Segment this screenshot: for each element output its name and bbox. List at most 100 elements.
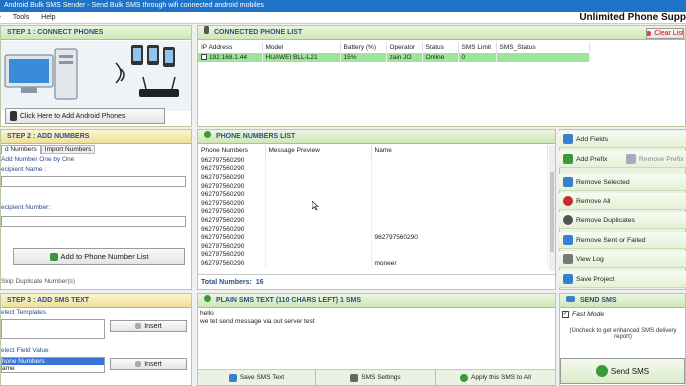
settings-icon xyxy=(350,373,359,382)
cell-sms-status xyxy=(496,53,590,62)
cell-phone: 962797560290 xyxy=(198,198,266,208)
cell-name xyxy=(371,241,548,251)
remove-duplicates-label: Remove Duplicates xyxy=(576,216,635,224)
fast-mode-checkbox[interactable]: ✓ Fast Mode xyxy=(562,311,604,318)
remove-duplicates-button[interactable]: Remove Duplicates xyxy=(559,212,686,229)
table-row[interactable]: 962797560290 962797560290 xyxy=(198,233,548,242)
row-checkbox[interactable] xyxy=(201,54,207,61)
insert-field-label: Insert xyxy=(144,360,162,368)
add-fields-label: Add Fields xyxy=(576,135,609,143)
step1-header: STEP 1 : CONNECT PHONES xyxy=(1,26,191,40)
view-log-button[interactable]: View Log xyxy=(559,251,686,268)
sms-settings-button[interactable]: SMS Settings xyxy=(316,370,436,385)
envelope-icon xyxy=(566,296,575,302)
cell-battery: 15% xyxy=(340,53,387,62)
col-battery[interactable]: Battery (%) xyxy=(340,42,387,53)
col-phone[interactable]: Phone Numbers xyxy=(198,145,266,156)
col-preview[interactable]: Message Preview xyxy=(265,145,372,156)
remove-all-button[interactable]: Remove All xyxy=(559,193,686,210)
field-option[interactable]: ame xyxy=(2,365,104,372)
sms-title: PLAIN SMS TEXT (110 CHARS LEFT) 1 SMS xyxy=(215,297,362,304)
send-icon xyxy=(595,365,608,377)
step1-title: STEP 1 : CONNECT PHONES xyxy=(7,29,104,36)
remove-selected-button[interactable]: Remove Selected xyxy=(559,174,686,191)
recipient-name-input[interactable] xyxy=(1,176,186,187)
col-ip[interactable]: IP Address xyxy=(198,42,263,53)
add-prefix-label: Add Prefix xyxy=(576,155,608,163)
phone-icon xyxy=(10,111,17,121)
recipient-number-label: ecipient Number: xyxy=(1,204,51,211)
insert-template-label: Insert xyxy=(144,322,162,330)
table-row[interactable]: 962797560290 xyxy=(198,241,548,251)
col-sms-status[interactable]: SMS_Status xyxy=(496,42,590,53)
step2-tabs: d Numbers Import Numbers xyxy=(1,145,96,154)
skip-duplicates-label[interactable]: Skip Duplicate Number(s) xyxy=(1,278,75,285)
add-prefix-button[interactable]: Add Prefix xyxy=(559,151,621,168)
step2-panel: STEP 2 : ADD NUMBERS d Numbers Import Nu… xyxy=(0,129,192,290)
cell-name xyxy=(371,216,548,225)
clear-icon xyxy=(647,31,652,36)
table-row[interactable]: 962797560290 xyxy=(198,207,548,217)
save-sms-text-button[interactable]: Save SMS Text xyxy=(198,370,316,385)
insert-field-button[interactable]: Insert xyxy=(110,358,187,370)
view-log-label: View Log xyxy=(576,255,604,263)
insert-icon xyxy=(135,361,142,367)
table-row[interactable]: 962797560290 xyxy=(198,156,548,165)
save-project-button[interactable]: Save Project xyxy=(559,271,686,288)
cell-phone: 962797560290 xyxy=(198,173,266,182)
cell-phone: 962797560290 xyxy=(198,156,266,165)
cell-phone: 962797560290 xyxy=(198,233,266,242)
table-header-row: Phone Numbers Message Preview Name xyxy=(198,145,548,156)
col-model[interactable]: Model xyxy=(262,42,341,53)
remove-sent-failed-button[interactable]: Remove Sent or Failed xyxy=(559,232,686,249)
table-row[interactable]: 962797560290 xyxy=(198,164,548,174)
field-option[interactable]: hone Numbers xyxy=(2,358,104,365)
cell-phone: 962797560290 xyxy=(198,164,266,174)
col-sms-limit[interactable]: SMS Limit xyxy=(458,42,497,53)
step3-title: STEP 3 : ADD SMS TEXT xyxy=(7,297,90,304)
table-row[interactable]: 962797560290 xyxy=(198,190,548,199)
recipient-number-input[interactable] xyxy=(1,216,186,227)
templates-select[interactable] xyxy=(1,319,105,339)
col-operator[interactable]: Operator xyxy=(386,42,423,53)
table-row[interactable]: 962797560290 xyxy=(198,173,548,182)
recipient-name-label: ecipient Name : xyxy=(1,166,47,173)
templates-label: elect Templates xyxy=(1,309,47,316)
insert-template-button[interactable]: Insert xyxy=(110,320,187,332)
tab-import-numbers[interactable]: Import Numbers xyxy=(40,145,96,154)
prefix-remove-icon xyxy=(626,154,636,164)
table-row[interactable]: 192.168.1.44 HUAWEI BLL-L21 15% zain JO … xyxy=(198,53,590,62)
cell-preview xyxy=(265,173,372,182)
menu-help[interactable]: Help xyxy=(41,12,55,24)
add-android-phones-button[interactable]: Click Here to Add Android Phones xyxy=(5,108,165,124)
numbers-scrollbar[interactable] xyxy=(549,145,555,271)
tab-add-numbers[interactable]: d Numbers xyxy=(1,145,41,154)
table-row[interactable]: 962797560290 xyxy=(198,198,548,208)
field-value-list[interactable]: hone Numbers ame xyxy=(1,357,105,373)
cell-preview xyxy=(265,181,372,191)
apply-all-button[interactable]: Apply this SMS to All xyxy=(436,370,555,385)
table-row[interactable]: 962797560290 moneer xyxy=(198,259,548,268)
menu-tools[interactable]: Tools xyxy=(13,12,29,24)
sms-text-panel: PLAIN SMS TEXT (110 CHARS LEFT) 1 SMS he… xyxy=(197,293,556,386)
list-icon xyxy=(204,131,211,138)
table-row[interactable]: 962797560290 xyxy=(198,216,548,225)
cell-preview xyxy=(265,164,372,174)
menu-file[interactable]: e xyxy=(0,12,1,24)
table-row[interactable]: 962797560290 xyxy=(198,224,548,234)
add-fields-button[interactable]: Add Fields xyxy=(559,131,686,148)
table-row[interactable]: 962797560290 xyxy=(198,181,548,191)
col-status[interactable]: Status xyxy=(422,42,459,53)
cell-phone: 962797560290 xyxy=(198,250,266,260)
sms-textarea[interactable]: hello we tet send message via out server… xyxy=(198,309,555,368)
clear-list-button[interactable]: Clear List xyxy=(646,28,684,39)
cell-name xyxy=(371,190,548,199)
add-to-list-button[interactable]: Add to Phone Number List xyxy=(13,248,185,265)
table-row[interactable]: 962797560290 xyxy=(198,250,548,260)
scrollbar-thumb[interactable] xyxy=(550,172,554,252)
table-header-row: IP Address Model Battery (%) Operator St… xyxy=(198,42,590,53)
save-project-label: Save Project xyxy=(576,275,615,283)
col-name[interactable]: Name xyxy=(371,145,548,156)
remove-prefix-button[interactable]: Remove Prefix xyxy=(622,151,686,168)
send-sms-button[interactable]: Send SMS xyxy=(560,358,685,384)
